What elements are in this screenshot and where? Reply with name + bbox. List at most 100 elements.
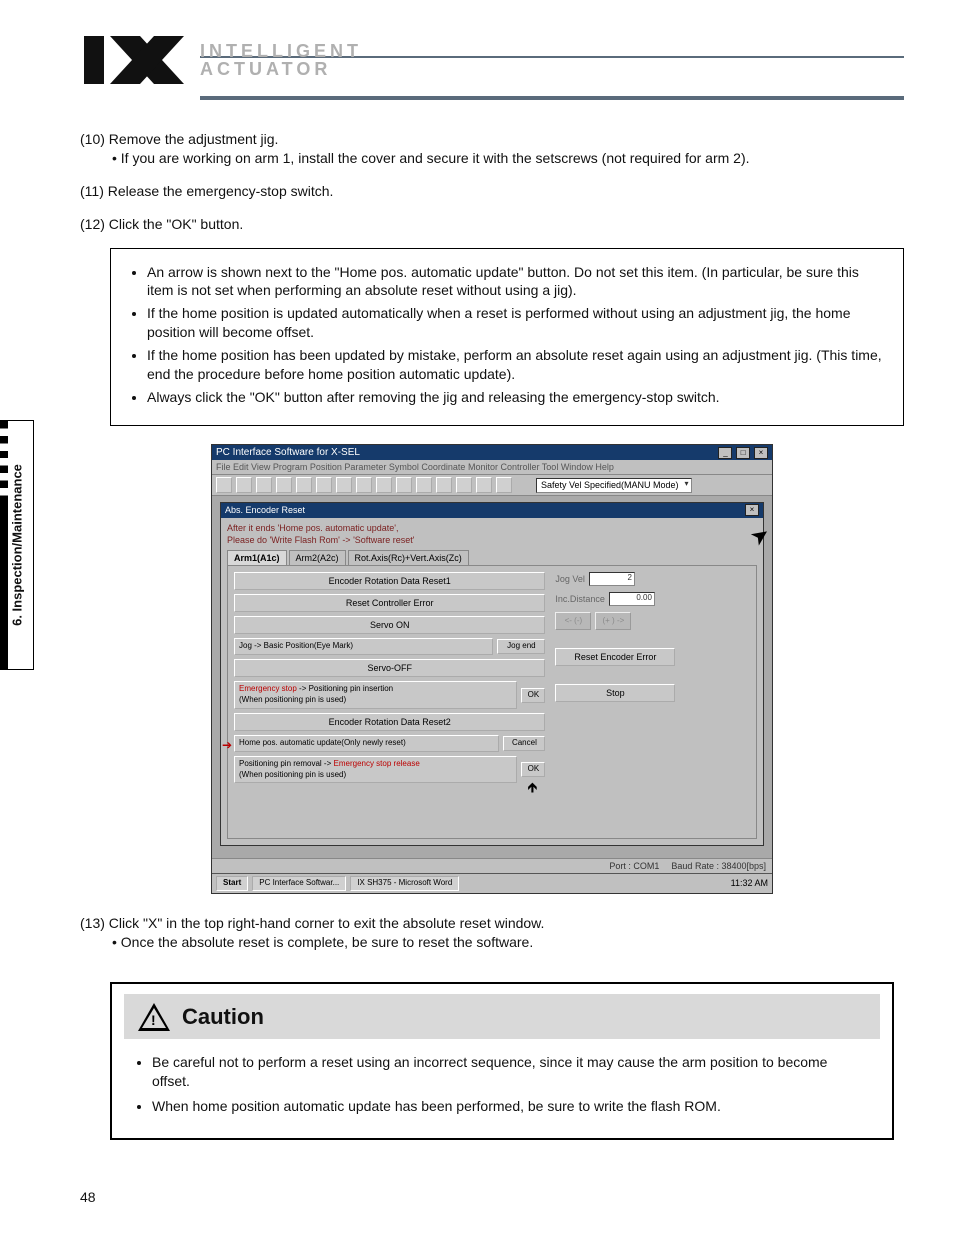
toolbar-button[interactable] — [296, 477, 312, 493]
step-text: Remove the adjustment jig. — [109, 131, 279, 147]
pin-note: (When positioning pin is used) — [239, 695, 346, 704]
inner-title-text: Abs. Encoder Reset — [225, 504, 305, 516]
encoder-reset2-button[interactable]: Encoder Rotation Data Reset2 — [234, 713, 545, 731]
hint-line: Please do 'Write Flash Rom' -> 'Software… — [227, 534, 757, 546]
abs-encoder-reset-window: ➤ Abs. Encoder Reset × After it ends 'Ho… — [220, 502, 764, 846]
app-screenshot: PC Interface Software for X-SEL _ □ × Fi… — [211, 444, 773, 894]
step-text: Click "X" in the top right-hand corner t… — [109, 915, 545, 931]
inc-distance-label: Inc.Distance — [555, 593, 605, 605]
step-10: (10) Remove the adjustment jig. If you a… — [80, 130, 904, 168]
step-number: (11) — [80, 183, 104, 199]
toolbar-button[interactable] — [396, 477, 412, 493]
status-bar: Port : COM1 Baud Rate : 38400[bps] — [212, 858, 772, 873]
tab-rot-vert[interactable]: Rot.Axis(Rc)+Vert.Axis(Zc) — [348, 550, 469, 565]
reset-encoder-error-button[interactable]: Reset Encoder Error — [555, 648, 675, 666]
jog-basic-pos-button[interactable]: Jog -> Basic Position(Eye Mark) — [234, 638, 493, 655]
app-title: PC Interface Software for X-SEL — [216, 446, 360, 460]
minimize-icon[interactable]: _ — [718, 447, 732, 459]
status-baud: Baud Rate : 38400[bps] — [671, 860, 766, 872]
step-text: Release the emergency-stop switch. — [108, 183, 334, 199]
toolbar-button[interactable] — [436, 477, 452, 493]
jog-pos-button[interactable]: (+ ) -> — [595, 612, 631, 630]
ok-button[interactable]: OK — [521, 762, 545, 777]
jog-end-button[interactable]: Jog end — [497, 639, 545, 654]
pin-insert-text: -> Positioning pin insertion — [297, 684, 393, 693]
step-10-sub: If you are working on arm 1, install the… — [112, 149, 904, 168]
note-item: If the home position has been updated by… — [147, 346, 883, 384]
taskbar: Start PC Interface Softwar... IX SH375 -… — [212, 873, 772, 893]
brand-line2: ACTUATOR — [200, 60, 362, 78]
jog-vel-label: Jog Vel — [555, 573, 585, 585]
section-tab: 6. Inspection/Maintenance — [0, 420, 34, 670]
step-13-sub: Once the absolute reset is complete, be … — [112, 933, 904, 952]
toolbar-button[interactable] — [456, 477, 472, 493]
caution-box: ! Caution Be careful not to perform a re… — [110, 982, 894, 1140]
toolbar-button[interactable] — [476, 477, 492, 493]
inner-close-icon[interactable]: × — [745, 504, 759, 516]
tab-stripe — [0, 421, 8, 669]
note-item: An arrow is shown next to the "Home pos.… — [147, 263, 883, 301]
toolbar-button[interactable] — [336, 477, 352, 493]
toolbar-button[interactable] — [236, 477, 252, 493]
toolbar-button[interactable] — [316, 477, 332, 493]
jog-vel-input[interactable]: 2 — [589, 572, 635, 586]
caution-title: Caution — [182, 1002, 264, 1032]
jog-neg-button[interactable]: <- (-) — [555, 612, 591, 630]
toolbar-button[interactable] — [216, 477, 232, 493]
warning-triangle-icon: ! — [138, 1003, 170, 1031]
brand-text: INTELLIGENT ACTUATOR — [200, 42, 362, 78]
app-titlebar: PC Interface Software for X-SEL _ □ × — [212, 445, 772, 461]
page-number: 48 — [80, 1189, 96, 1205]
step-text: Click the "OK" button. — [109, 216, 243, 232]
pin-note: (When positioning pin is used) — [239, 770, 346, 779]
tab-arm2[interactable]: Arm2(A2c) — [289, 550, 346, 565]
note-box: An arrow is shown next to the "Home pos.… — [110, 248, 904, 426]
inc-distance-input[interactable]: 0.00 — [609, 592, 655, 606]
home-pos-auto-update-button[interactable]: Home pos. automatic update(Only newly re… — [234, 735, 499, 752]
hint-line: After it ends 'Home pos. automatic updat… — [227, 522, 757, 534]
reset-controller-error-button[interactable]: Reset Controller Error — [234, 594, 545, 612]
close-icon[interactable]: × — [754, 447, 768, 459]
caution-item: When home position automatic update has … — [152, 1097, 868, 1116]
axis-tabs: Arm1(A1c) Arm2(A2c) Rot.Axis(Rc)+Vert.Ax… — [227, 550, 757, 565]
caution-item: Be careful not to perform a reset using … — [152, 1053, 868, 1091]
estop-red-text: Emergency stop — [239, 684, 297, 693]
toolbar-button[interactable] — [416, 477, 432, 493]
taskbar-clock: 11:32 AM — [731, 877, 768, 889]
servo-on-button[interactable]: Servo ON — [234, 616, 545, 634]
step-number: (12) — [80, 216, 105, 232]
up-arrow-icon: 🡹 — [527, 778, 537, 797]
note-item: If the home position is updated automati… — [147, 304, 883, 342]
ok-button[interactable]: OK — [521, 688, 545, 703]
toolbar-button[interactable] — [496, 477, 512, 493]
cancel-button[interactable]: Cancel — [503, 736, 545, 751]
taskbar-item[interactable]: IX SH375 - Microsoft Word — [350, 876, 459, 891]
step-number: (13) — [80, 915, 105, 931]
inner-titlebar: Abs. Encoder Reset × — [221, 503, 763, 517]
menubar[interactable]: File Edit View Program Position Paramete… — [212, 460, 772, 475]
safety-mode-select[interactable]: Safety Vel Specified(MANU Mode) — [536, 478, 692, 492]
estop-pin-insert-button[interactable]: Emergency stop -> Positioning pin insert… — [234, 681, 517, 709]
ix-logo-icon — [80, 30, 190, 90]
pin-removal-estop-release-button[interactable]: Positioning pin removal -> Emergency sto… — [234, 756, 517, 784]
stop-button[interactable]: Stop — [555, 684, 675, 702]
window-buttons: _ □ × — [717, 446, 768, 460]
toolbar-button[interactable] — [356, 477, 372, 493]
toolbar-button[interactable] — [276, 477, 292, 493]
pin-removal-text: Positioning pin removal -> — [239, 759, 334, 768]
toolbar-button[interactable] — [256, 477, 272, 493]
estop-release-red-text: Emergency stop release — [334, 759, 420, 768]
tab-arm1[interactable]: Arm1(A1c) — [227, 550, 287, 565]
taskbar-item[interactable]: PC Interface Softwar... — [252, 876, 346, 891]
step-12: (12) Click the "OK" button. — [80, 215, 904, 234]
step-13: (13) Click "X" in the top right-hand cor… — [80, 914, 904, 952]
note-item: Always click the "OK" button after remov… — [147, 388, 883, 407]
encoder-reset1-button[interactable]: Encoder Rotation Data Reset1 — [234, 572, 545, 590]
section-tab-label: 6. Inspection/Maintenance — [9, 464, 24, 626]
maximize-icon[interactable]: □ — [736, 447, 750, 459]
servo-off-button[interactable]: Servo-OFF — [234, 659, 545, 677]
start-button[interactable]: Start — [216, 876, 248, 891]
step-11: (11) Release the emergency-stop switch. — [80, 182, 904, 201]
toolbar-button[interactable] — [376, 477, 392, 493]
caution-header: ! Caution — [124, 994, 880, 1040]
